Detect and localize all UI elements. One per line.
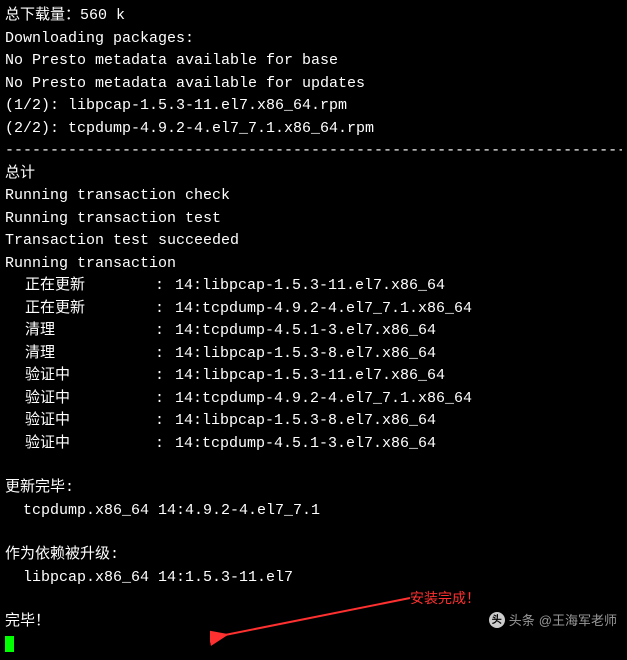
transaction-sep: : [155, 320, 175, 343]
transaction-sep: : [155, 365, 175, 388]
updated-package: tcpdump.x86_64 14:4.9.2-4.el7_7.1 [5, 500, 622, 523]
running-transaction: Running transaction [5, 253, 622, 276]
dependency-title: 作为依赖被升级: [5, 544, 622, 567]
transaction-package: 14:tcpdump-4.9.2-4.el7_7.1.x86_64 [175, 298, 622, 321]
watermark-text: @王海军老师 [539, 611, 617, 631]
cursor-icon [5, 636, 14, 652]
updated-title: 更新完毕: [5, 477, 622, 500]
blank-line [5, 522, 622, 544]
transaction-action: 验证中 [5, 410, 155, 433]
transaction-row: 验证中: 14:tcpdump-4.5.1-3.el7.x86_64 [5, 433, 622, 456]
transaction-row: 清理: 14:libpcap-1.5.3-8.el7.x86_64 [5, 343, 622, 366]
transaction-row: 清理: 14:tcpdump-4.5.1-3.el7.x86_64 [5, 320, 622, 343]
dependency-package: libpcap.x86_64 14:1.5.3-11.el7 [5, 567, 622, 590]
transaction-row: 验证中: 14:libpcap-1.5.3-8.el7.x86_64 [5, 410, 622, 433]
package-download-2: (2/2): tcpdump-4.9.2-4.el7_7.1.x86_64.rp… [5, 118, 622, 141]
transaction-sep: : [155, 298, 175, 321]
transaction-succeeded: Transaction test succeeded [5, 230, 622, 253]
transaction-test: Running transaction test [5, 208, 622, 231]
watermark-icon: 头 [489, 612, 505, 628]
transaction-check: Running transaction check [5, 185, 622, 208]
presto-updates: No Presto metadata available for updates [5, 73, 622, 96]
transaction-sep: : [155, 388, 175, 411]
transaction-action: 正在更新 [5, 298, 155, 321]
transaction-package: 14:libpcap-1.5.3-11.el7.x86_64 [175, 365, 622, 388]
transaction-row: 验证中: 14:tcpdump-4.9.2-4.el7_7.1.x86_64 [5, 388, 622, 411]
transaction-package: 14:libpcap-1.5.3-11.el7.x86_64 [175, 275, 622, 298]
divider: ----------------------------------------… [5, 140, 622, 163]
transaction-package: 14:libpcap-1.5.3-8.el7.x86_64 [175, 410, 622, 433]
transaction-sep: : [155, 433, 175, 456]
package-download-1: (1/2): libpcap-1.5.3-11.el7.x86_64.rpm [5, 95, 622, 118]
cursor-line [5, 634, 622, 657]
transaction-sep: : [155, 410, 175, 433]
transaction-package: 14:tcpdump-4.5.1-3.el7.x86_64 [175, 433, 622, 456]
transaction-action: 验证中 [5, 365, 155, 388]
transaction-row: 正在更新: 14:tcpdump-4.9.2-4.el7_7.1.x86_64 [5, 298, 622, 321]
watermark: 头 头条 @王海军老师 [489, 611, 617, 631]
transaction-sep: : [155, 343, 175, 366]
transaction-action: 清理 [5, 320, 155, 343]
transaction-action: 正在更新 [5, 275, 155, 298]
transaction-row: 正在更新: 14:libpcap-1.5.3-11.el7.x86_64 [5, 275, 622, 298]
transaction-package: 14:libpcap-1.5.3-8.el7.x86_64 [175, 343, 622, 366]
transaction-action: 验证中 [5, 433, 155, 456]
transaction-row: 验证中: 14:libpcap-1.5.3-11.el7.x86_64 [5, 365, 622, 388]
blank-line [5, 589, 622, 611]
transaction-package: 14:tcpdump-4.9.2-4.el7_7.1.x86_64 [175, 388, 622, 411]
presto-base: No Presto metadata available for base [5, 50, 622, 73]
downloading-packages: Downloading packages: [5, 28, 622, 51]
annotation-text: 安装完成！ [410, 588, 480, 609]
transaction-action: 清理 [5, 343, 155, 366]
transaction-sep: : [155, 275, 175, 298]
download-total: 总下载量：560 k [5, 5, 622, 28]
watermark-brand: 头条 [509, 611, 535, 631]
transaction-action: 验证中 [5, 388, 155, 411]
total-label: 总计 [5, 163, 622, 186]
transaction-package: 14:tcpdump-4.5.1-3.el7.x86_64 [175, 320, 622, 343]
blank-line [5, 455, 622, 477]
